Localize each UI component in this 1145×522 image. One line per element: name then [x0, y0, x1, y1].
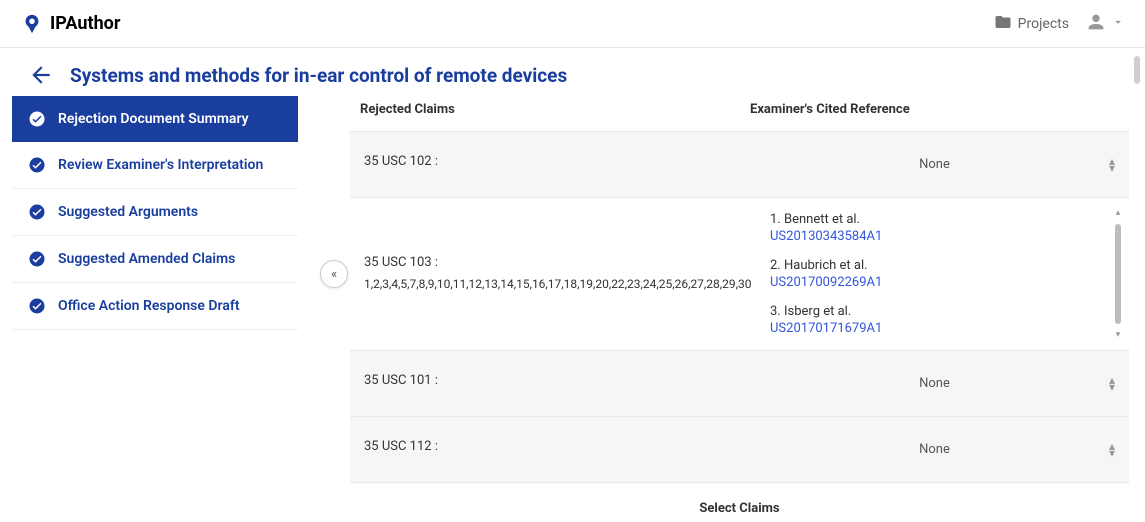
check-icon: [28, 297, 46, 315]
check-icon: [28, 156, 46, 174]
topbar-right: Projects: [994, 11, 1125, 37]
title-bar: Systems and methods for in-ear control o…: [0, 48, 1145, 96]
chevron-down-icon: [1111, 14, 1125, 33]
reference-link[interactable]: US20170171679A1: [770, 321, 1085, 336]
claims-list: 1,2,3,4,5,7,8,9,10,11,12,13,14,15,16,17,…: [364, 276, 726, 293]
reference-item: 2. Haubrich et al. US20170092269A1: [770, 258, 1085, 290]
topbar: IPAuthor Projects: [0, 0, 1145, 48]
reference-item: 3. Isberg et al. US20170171679A1: [770, 304, 1085, 336]
check-icon: [28, 250, 46, 268]
content-area: Rejection Document Summary Review Examin…: [0, 96, 1145, 518]
scroll-down-icon: ▾: [1116, 330, 1121, 340]
folder-icon: [994, 13, 1012, 35]
table-row: 35 USC 102 : None ▴▾: [350, 131, 1129, 197]
page-scrollbar[interactable]: [1133, 48, 1141, 518]
sort-icon[interactable]: ▴▾: [1109, 443, 1115, 457]
sidebar-item-label: Rejection Document Summary: [58, 111, 249, 127]
scroll-thumb: [1115, 224, 1121, 324]
reference-name: 3. Isberg et al.: [770, 304, 851, 319]
cell-statute: 35 USC 103 : 1,2,3,4,5,7,8,9,10,11,12,13…: [350, 198, 740, 350]
cell-reference: None ▴▾: [740, 132, 1129, 197]
projects-link[interactable]: Projects: [994, 13, 1069, 35]
reference-none: None: [919, 157, 950, 172]
back-button[interactable]: [28, 62, 54, 88]
inner-scrollbar[interactable]: ▴ ▾: [1113, 208, 1123, 340]
sidebar-item-label: Suggested Amended Claims: [58, 251, 235, 267]
sidebar-item-response-draft[interactable]: Office Action Response Draft: [12, 283, 298, 330]
sidebar-item-suggested-arguments[interactable]: Suggested Arguments: [12, 189, 298, 236]
sidebar-item-label: Review Examiner's Interpretation: [58, 157, 263, 173]
cell-statute: 35 USC 101 :: [350, 351, 740, 416]
main-panel: Rejected Claims Examiner's Cited Referen…: [310, 96, 1145, 518]
th-cited-reference: Examiner's Cited Reference: [750, 102, 1119, 117]
statute-label: 35 USC 103 :: [364, 255, 726, 270]
statute-label: 35 USC 102 :: [364, 154, 726, 169]
reference-none: None: [919, 442, 950, 457]
user-menu[interactable]: [1085, 11, 1125, 37]
logo[interactable]: IPAuthor: [20, 12, 120, 36]
th-rejected-claims: Rejected Claims: [360, 102, 750, 117]
logo-icon: [20, 12, 44, 36]
sidebar-item-review-interpretation[interactable]: Review Examiner's Interpretation: [12, 142, 298, 189]
reference-link[interactable]: US20170092269A1: [770, 275, 1085, 290]
user-icon: [1085, 11, 1107, 37]
select-claims-heading: Select Claims: [350, 482, 1129, 518]
check-icon: [28, 110, 46, 128]
sidebar-item-label: Office Action Response Draft: [58, 298, 240, 314]
statute-label: 35 USC 101 :: [364, 373, 726, 388]
sidebar-item-label: Suggested Arguments: [58, 204, 198, 220]
sort-icon[interactable]: ▴▾: [1109, 377, 1115, 391]
statute-label: 35 USC 112 :: [364, 439, 726, 454]
reference-name: 2. Haubrich et al.: [770, 258, 868, 273]
scroll-up-icon: ▴: [1116, 208, 1121, 218]
scroll-thumb: [1134, 56, 1140, 84]
page-title: Systems and methods for in-ear control o…: [70, 64, 567, 87]
projects-label: Projects: [1018, 16, 1069, 32]
table-header: Rejected Claims Examiner's Cited Referen…: [350, 96, 1129, 131]
reference-link[interactable]: US20130343584A1: [770, 229, 1085, 244]
reference-list: 1. Bennett et al. US20130343584A1 2. Hau…: [770, 212, 1115, 336]
reference-none: None: [919, 376, 950, 391]
logo-text: IPAuthor: [50, 13, 120, 34]
cell-reference: 1. Bennett et al. US20130343584A1 2. Hau…: [740, 198, 1129, 350]
sort-icon[interactable]: ▴▾: [1109, 158, 1115, 172]
cell-statute: 35 USC 112 :: [350, 417, 740, 482]
table-row: 35 USC 112 : None ▴▾: [350, 416, 1129, 482]
cell-reference: None ▴▾: [740, 351, 1129, 416]
reference-item: 1. Bennett et al. US20130343584A1: [770, 212, 1085, 244]
sidebar-item-rejection-summary[interactable]: Rejection Document Summary: [12, 96, 298, 142]
reference-name: 1. Bennett et al.: [770, 212, 860, 227]
cell-statute: 35 USC 102 :: [350, 132, 740, 197]
sidebar: Rejection Document Summary Review Examin…: [0, 96, 310, 518]
check-icon: [28, 203, 46, 221]
cell-reference: None ▴▾: [740, 417, 1129, 482]
table-row: 35 USC 101 : None ▴▾: [350, 350, 1129, 416]
table-row: 35 USC 103 : 1,2,3,4,5,7,8,9,10,11,12,13…: [350, 197, 1129, 350]
sidebar-item-amended-claims[interactable]: Suggested Amended Claims: [12, 236, 298, 283]
